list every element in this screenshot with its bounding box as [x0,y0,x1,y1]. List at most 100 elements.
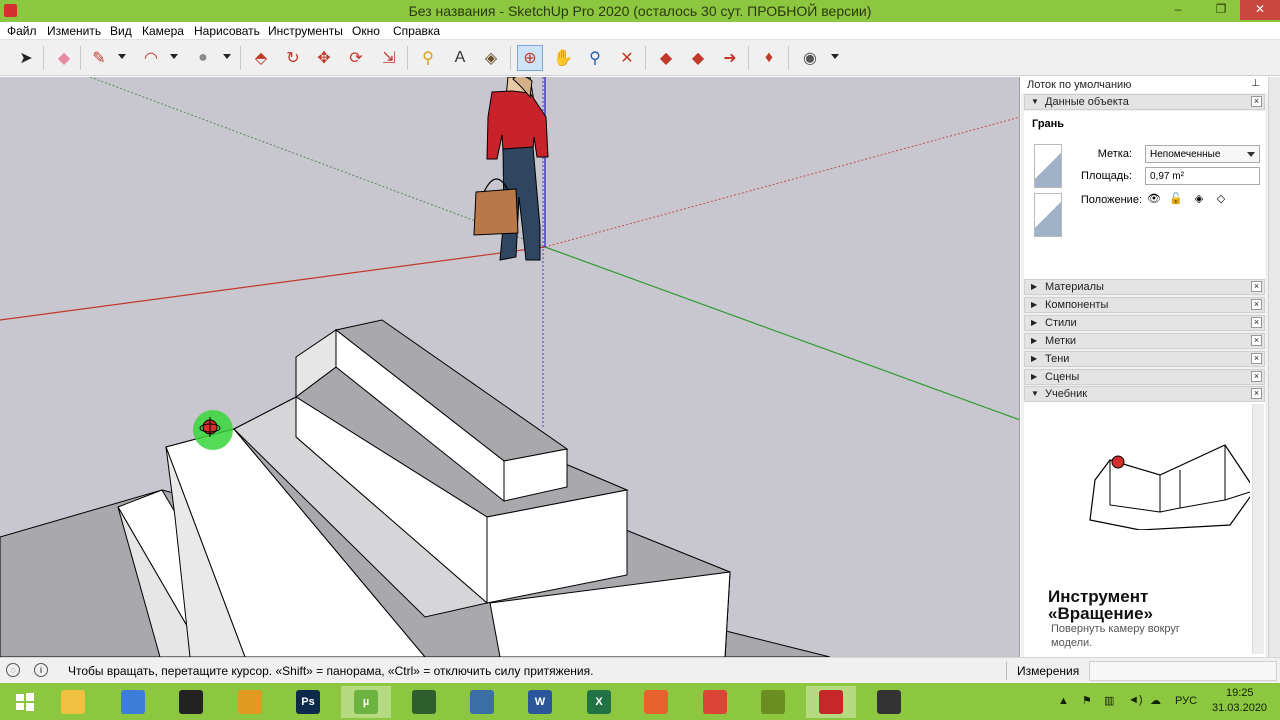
clock-date[interactable]: 31.03.2020 [1212,702,1267,714]
utorrent-taskbar-button[interactable]: µ [341,686,391,718]
triangle-right-icon: ▶ [1031,336,1038,345]
instructor-scrollbar[interactable] [1252,404,1264,654]
volume-icon[interactable]: ◄) [1128,694,1143,706]
close-icon[interactable]: × [1251,96,1262,107]
menu-help[interactable]: Справка [393,24,440,38]
measurements-input[interactable] [1089,661,1277,681]
menu-view[interactable]: Вид [110,24,132,38]
action-center-icon[interactable]: ⚑ [1082,694,1092,707]
panel-label: Стили [1045,317,1077,329]
minimize-button[interactable]: – [1163,0,1193,20]
scale-tool-button[interactable]: ⇲ [376,45,402,71]
file-explorer-taskbar-button[interactable] [48,686,98,718]
start-button[interactable] [0,686,50,718]
instructor-title-line1: Инструмент [1048,587,1149,606]
archicad-taskbar-button[interactable] [225,686,275,718]
panel-components-header[interactable]: ▶ Компоненты × [1024,297,1265,313]
cast-shadows-icon[interactable]: ◈ [1192,192,1206,206]
rotate-tool-button[interactable]: ⟳ [343,45,369,71]
language-indicator[interactable]: РУС [1175,695,1197,707]
3d-warehouse-button[interactable]: ◆ [653,45,679,71]
push-pull-tool-button[interactable]: ⬘ [248,45,274,71]
pencil-tool-button[interactable]: ✎ [86,45,112,71]
panel-styles-header[interactable]: ▶ Стили × [1024,315,1265,331]
tag-select[interactable]: Непомеченные [1145,145,1260,163]
pan-tool-button[interactable]: ✋ [550,45,576,71]
eraser-tool-button[interactable]: ◆ [51,45,77,71]
panel-tags-header[interactable]: ▶ Метки × [1024,333,1265,349]
arc-tool-button[interactable]: ◠ [138,45,164,71]
text-tool-button[interactable]: A [447,45,473,71]
menu-file[interactable]: Файл [7,24,37,38]
chevron-down-icon[interactable] [118,54,126,59]
back-material-swatch[interactable] [1034,193,1062,237]
chrome-taskbar-button[interactable] [690,686,740,718]
zoom-extents-tool-button[interactable]: ✕ [614,45,640,71]
menu-edit[interactable]: Изменить [47,24,101,38]
sync-icon[interactable]: ☁ [1150,694,1161,707]
receive-shadows-icon[interactable]: ◇ [1214,192,1228,206]
select-tool-button[interactable]: ➤ [13,45,39,71]
menu-bar: Файл Изменить Вид Камера Нарисовать Инст… [0,22,1280,40]
maximize-button[interactable]: ❐ [1206,0,1236,20]
send-to-layout-button[interactable]: ➜ [717,45,743,71]
orbit-tool-button[interactable]: ⊕ [517,45,543,71]
excel-taskbar-button[interactable]: X [574,686,624,718]
lock-icon[interactable]: 🔓 [1169,192,1183,206]
close-icon[interactable]: × [1251,281,1262,292]
chevron-down-icon[interactable] [831,54,839,59]
menu-tools[interactable]: Инструменты [268,24,343,38]
entity-info-header[interactable]: ▼ Данные объекта × [1024,94,1265,110]
panel-scenes-header[interactable]: ▶ Сцены × [1024,369,1265,385]
offset-tool-button[interactable]: ↻ [280,45,306,71]
ruby-console-button[interactable]: ♦ [756,45,782,71]
model-scene[interactable] [0,77,1020,657]
extension-warehouse-button[interactable]: ◆ [685,45,711,71]
close-icon[interactable]: × [1251,335,1262,346]
chevron-down-icon[interactable] [170,54,178,59]
account-button[interactable]: ◉ [797,45,823,71]
menu-window[interactable]: Окно [352,24,380,38]
triangle-right-icon: ▶ [1031,354,1038,363]
eye-icon[interactable]: 👁 [1147,192,1161,206]
tray-scrollbar[interactable] [1268,77,1280,657]
front-material-swatch[interactable] [1034,144,1062,188]
video-taskbar-button[interactable] [166,686,216,718]
zoom-tool-button[interactable]: ⚲ [582,45,608,71]
control-panel-taskbar-button[interactable] [108,686,158,718]
clock-time[interactable]: 19:25 [1226,687,1254,699]
close-icon[interactable]: × [1251,317,1262,328]
geolocation-icon[interactable]: ◌ [6,663,20,677]
drawing-viewport[interactable] [0,77,1020,657]
close-button[interactable]: ✕ [1240,0,1280,20]
photoshop-taskbar-button[interactable]: Ps [283,686,333,718]
panel-shadows-header[interactable]: ▶ Тени × [1024,351,1265,367]
firefox-taskbar-button[interactable] [631,686,681,718]
scale-figure[interactable] [473,77,549,261]
tray-arrow-icon[interactable]: ▲ [1058,695,1069,707]
red-axis [0,246,546,321]
python-taskbar-button[interactable] [457,686,507,718]
close-icon[interactable]: × [1251,299,1262,310]
default-tray: Лоток по умолчанию ⊥ ▼ Данные объекта × … [1021,77,1268,657]
chevron-down-icon[interactable] [223,54,231,59]
close-icon[interactable]: × [1251,371,1262,382]
menu-draw[interactable]: Нарисовать [194,24,260,38]
shape-tool-button[interactable]: ● [190,45,216,71]
media-player-taskbar-button[interactable] [864,686,914,718]
close-icon[interactable]: × [1251,353,1262,364]
instructor-header[interactable]: ▼ Учебник × [1024,386,1265,402]
network-icon[interactable]: ▥ [1104,694,1114,707]
info-icon[interactable]: i [34,663,48,677]
pin-icon[interactable]: ⊥ [1251,78,1260,89]
tape-measure-tool-button[interactable]: ⚲ [415,45,441,71]
move-tool-button[interactable]: ✥ [311,45,337,71]
minecraft-taskbar-button[interactable] [748,686,798,718]
gps-taskbar-button[interactable] [399,686,449,718]
menu-camera[interactable]: Камера [142,24,184,38]
close-icon[interactable]: × [1251,388,1262,399]
word-taskbar-button[interactable]: W [515,686,565,718]
panel-materials-header[interactable]: ▶ Материалы × [1024,279,1265,295]
sketchup-taskbar-button[interactable] [806,686,856,718]
paint-bucket-tool-button[interactable]: ◈ [478,45,504,71]
